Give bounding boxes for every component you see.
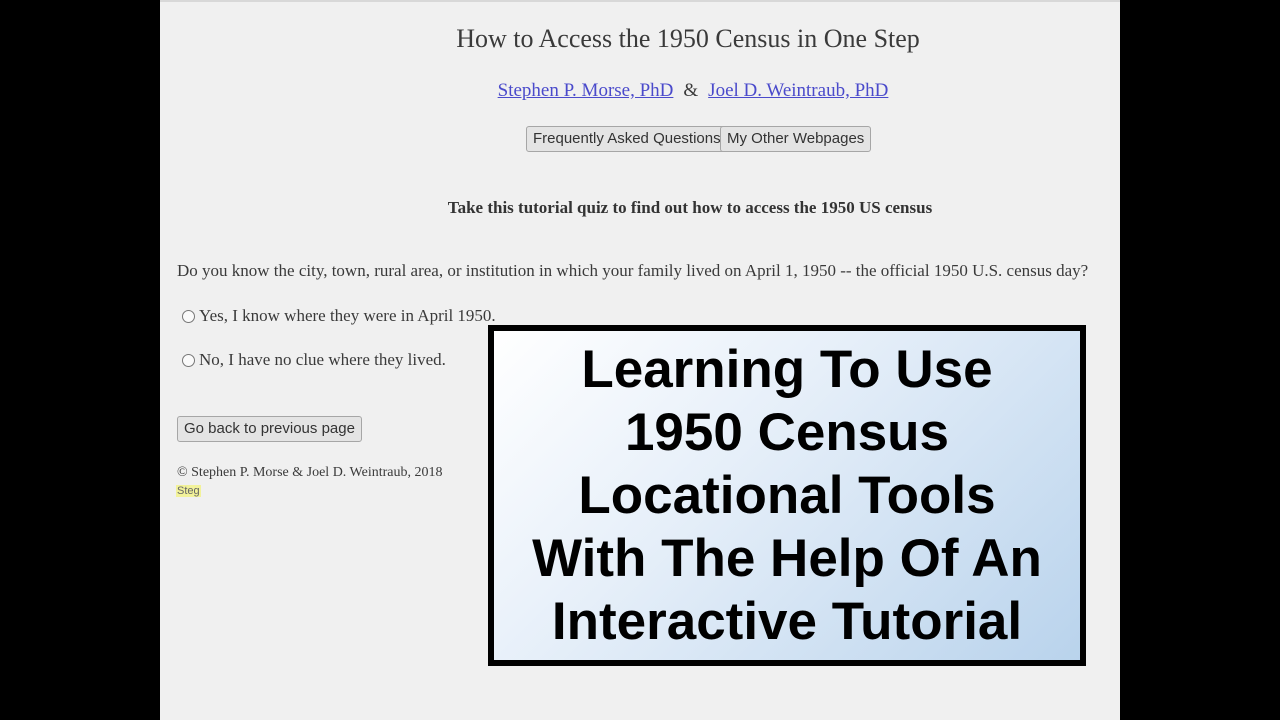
option-yes[interactable]: Yes, I know where they were in April 195… xyxy=(182,306,496,326)
back-button[interactable]: Go back to previous page xyxy=(177,416,362,442)
radio-no[interactable] xyxy=(182,353,195,367)
option-yes-label: Yes, I know where they were in April 195… xyxy=(199,306,496,325)
copyright: © Stephen P. Morse & Joel D. Weintraub, … xyxy=(177,465,443,480)
title-overlay-panel: Learning To Use 1950 Census Locational T… xyxy=(494,331,1080,660)
overlay-line: Interactive Tutorial xyxy=(551,592,1023,651)
author-link-morse[interactable]: Stephen P. Morse, PhD xyxy=(498,80,674,101)
quiz-question: Do you know the city, town, rural area, … xyxy=(177,261,1089,280)
overlay-title: Learning To Use 1950 Census Locational T… xyxy=(532,338,1042,653)
page-title: How to Access the 1950 Census in One Ste… xyxy=(456,24,920,53)
steg-badge: Steg xyxy=(176,485,201,497)
overlay-line: 1950 Census xyxy=(624,403,950,462)
overlay-line: With The Help Of An xyxy=(532,529,1042,588)
overlay-line: Learning To Use xyxy=(581,340,993,399)
ampersand: & xyxy=(683,80,699,101)
title-overlay-box: Learning To Use 1950 Census Locational T… xyxy=(488,325,1086,666)
option-no-label: No, I have no clue where they lived. xyxy=(199,350,446,369)
other-webpages-button[interactable]: My Other Webpages xyxy=(720,126,872,152)
authors-line: Stephen P. Morse, PhD & Joel D. Weintraub,… xyxy=(160,80,1226,102)
author-link-weintraub[interactable]: Joel D. Weintraub, PhD xyxy=(708,80,888,101)
faq-button[interactable]: Frequently Asked Questions xyxy=(526,126,728,152)
quiz-subtitle: Take this tutorial quiz to find out how … xyxy=(447,198,933,217)
radio-yes[interactable] xyxy=(182,309,195,323)
overlay-line: Locational Tools xyxy=(578,466,996,525)
option-no[interactable]: No, I have no clue where they lived. xyxy=(182,350,446,370)
